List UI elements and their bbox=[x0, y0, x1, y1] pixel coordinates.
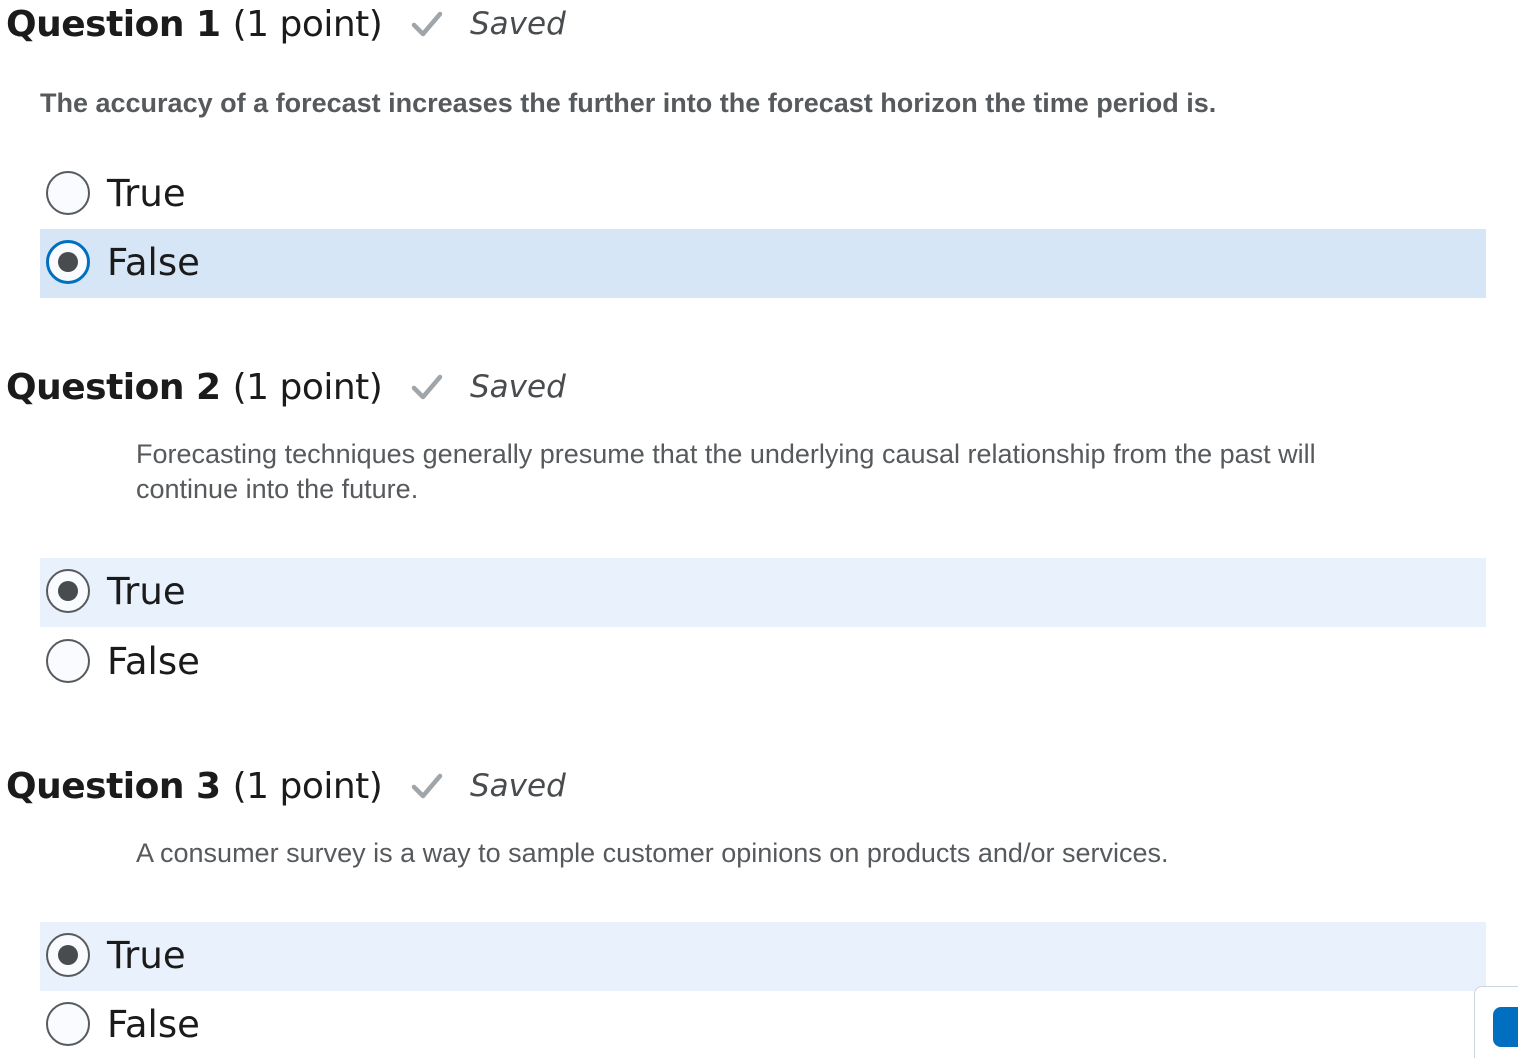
question-header: Question 1 (1 point) bbox=[6, 0, 383, 48]
question-title: Question 3 bbox=[6, 765, 221, 807]
chat-help-icon bbox=[1493, 1007, 1518, 1047]
option-true[interactable]: True bbox=[40, 160, 1486, 229]
question-title: Question 1 bbox=[6, 3, 221, 45]
radio-button[interactable] bbox=[46, 933, 90, 977]
question-text: A consumer survey is a way to sample cus… bbox=[136, 838, 1169, 868]
question-header: Question 2 (1 point) bbox=[6, 363, 383, 411]
radio-button[interactable] bbox=[46, 240, 90, 284]
question-text-line-1: Forecasting techniques generally presume… bbox=[136, 439, 1316, 469]
question-points: (1 point) bbox=[232, 366, 383, 408]
option-label: True bbox=[107, 934, 186, 977]
question-points: (1 point) bbox=[232, 3, 383, 45]
question-text: The accuracy of a forecast increases the… bbox=[40, 88, 1217, 118]
question-header: Question 3 (1 point) bbox=[6, 762, 383, 810]
checkmark-icon bbox=[411, 374, 443, 400]
radio-button[interactable] bbox=[46, 569, 90, 613]
saved-status: Saved bbox=[470, 6, 566, 42]
checkmark-icon bbox=[411, 11, 443, 37]
question-points: (1 point) bbox=[232, 765, 383, 807]
option-label: False bbox=[107, 241, 200, 284]
option-true[interactable]: True bbox=[40, 922, 1486, 991]
checkmark-icon bbox=[411, 773, 443, 799]
saved-status: Saved bbox=[470, 768, 566, 804]
radio-button[interactable] bbox=[46, 639, 90, 683]
radio-button[interactable] bbox=[46, 1002, 90, 1046]
question-text-line-2: continue into the future. bbox=[136, 474, 419, 504]
option-false[interactable]: False bbox=[40, 229, 1486, 298]
option-label: False bbox=[107, 1003, 200, 1046]
option-label: True bbox=[107, 172, 186, 215]
help-chat-tab[interactable] bbox=[1474, 986, 1518, 1058]
question-3: Question 3 (1 point) Saved A consumer su… bbox=[0, 762, 1518, 1058]
option-label: False bbox=[107, 640, 200, 683]
option-label: True bbox=[107, 570, 186, 613]
question-1: Question 1 (1 point) Saved The accuracy … bbox=[0, 0, 1518, 300]
question-2: Question 2 (1 point) Saved Forecasting t… bbox=[0, 363, 1518, 703]
radio-button[interactable] bbox=[46, 171, 90, 215]
option-false[interactable]: False bbox=[40, 628, 1486, 697]
option-false[interactable]: False bbox=[40, 991, 1486, 1058]
quiz-page: Question 1 (1 point) Saved The accuracy … bbox=[0, 0, 1518, 1058]
question-title: Question 2 bbox=[6, 366, 221, 408]
saved-status: Saved bbox=[470, 369, 566, 405]
option-true[interactable]: True bbox=[40, 558, 1486, 627]
